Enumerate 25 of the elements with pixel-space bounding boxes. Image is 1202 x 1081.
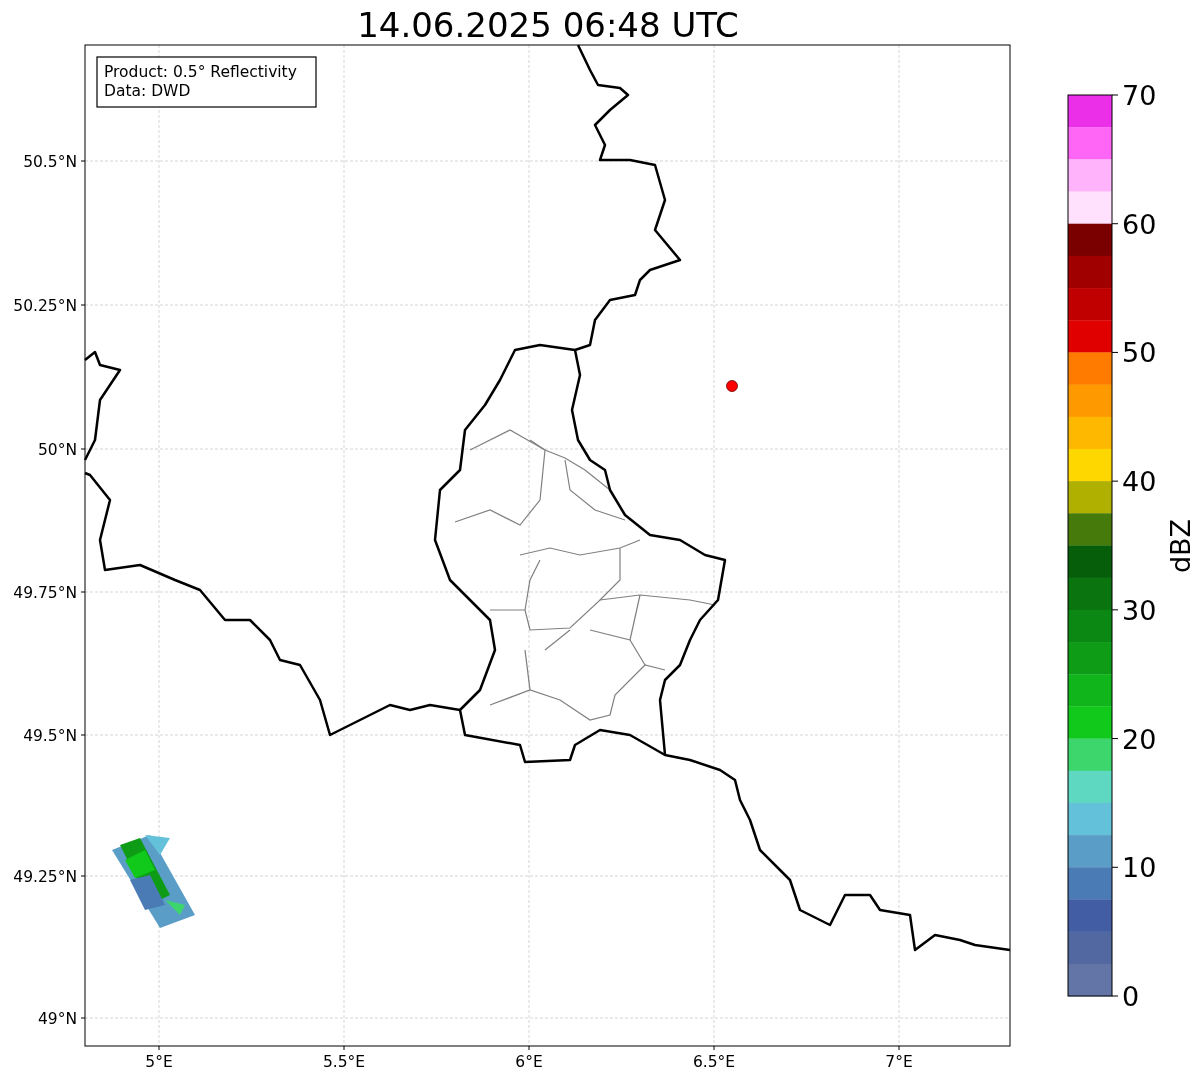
colorbar-tick-label: 20 — [1122, 723, 1157, 755]
y-axis-tick-label: 49.75°N — [13, 584, 77, 602]
y-axis-tick-label: 49.5°N — [23, 727, 77, 745]
colorbar-tick-label: 30 — [1122, 594, 1157, 626]
y-axis-tick-label: 50.5°N — [23, 153, 77, 171]
colorbar-tick-label: 60 — [1122, 208, 1157, 240]
colorbar-tick-label: 0 — [1122, 981, 1140, 1012]
x-axis-tick-label: 5.5°E — [322, 1053, 366, 1071]
colorbar-tick-label: 70 — [1122, 80, 1157, 111]
colorbar-tick-label: 10 — [1122, 852, 1157, 884]
map-title: 14.06.2025 06:48 UTC — [357, 5, 739, 45]
y-axis-tick-label: 49°N — [37, 1010, 77, 1028]
legend-text: Data: DWD — [104, 82, 191, 100]
x-axis-tick-label: 7°E — [885, 1053, 913, 1071]
colorbar-label: dBZ — [1165, 518, 1196, 574]
x-axis-tick-label: 5°E — [145, 1053, 173, 1071]
colorbar-tick-label: 40 — [1122, 466, 1157, 498]
y-axis-tick-label: 49.25°N — [13, 868, 77, 886]
x-axis-tick-label: 6.5°E — [692, 1053, 736, 1071]
x-axis-tick-label: 6°E — [515, 1053, 543, 1071]
location-marker-icon — [726, 380, 738, 392]
legend-text: Product: 0.5° Reflectivity — [104, 63, 297, 81]
y-axis-tick-label: 50°N — [37, 441, 77, 459]
colorbar-tick-label: 50 — [1122, 337, 1157, 369]
y-axis-tick-label: 50.25°N — [13, 297, 77, 315]
